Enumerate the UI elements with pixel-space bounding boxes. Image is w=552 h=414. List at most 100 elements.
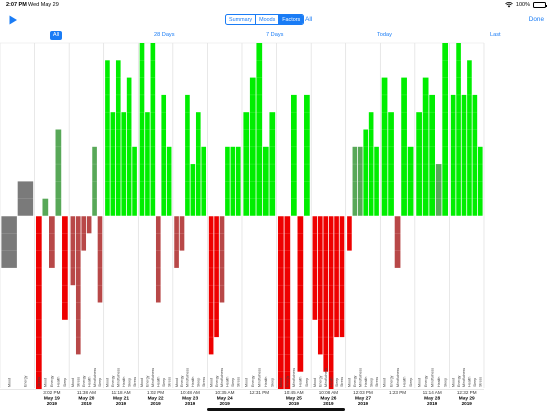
- factor-label: Mindfulness: [430, 368, 434, 387]
- factor-label: Stress: [167, 377, 171, 387]
- factor-bar: [334, 216, 339, 338]
- factor-bar: [214, 216, 219, 338]
- factor-label: Health: [437, 377, 441, 387]
- factor-label: Stress: [76, 377, 80, 387]
- factors-chart[interactable]: Mood Energy Stress Mood Energy Health Sleep3:0…: [0, 0, 552, 414]
- factor-bar: [55, 129, 62, 216]
- factor-label: Stress: [202, 377, 206, 387]
- factor-label: Mood: [140, 378, 144, 387]
- factor-label: Mood: [106, 378, 110, 387]
- factor-bar: [339, 216, 345, 338]
- factor-bar: [394, 216, 401, 268]
- factor-label: Energy: [286, 375, 290, 387]
- session-time: 12:32 PM: [457, 390, 477, 395]
- session-year: 2019: [220, 401, 231, 406]
- factor-label: Health: [57, 377, 61, 387]
- factor-label: Energy: [353, 375, 357, 387]
- factor-bar: [472, 94, 478, 216]
- factor-label: Health: [299, 377, 303, 387]
- factor-label: Stress: [340, 377, 344, 387]
- factor-bar: [1, 216, 17, 268]
- factor-label: Health: [156, 377, 160, 387]
- factor-label: Mood: [279, 378, 283, 387]
- factor-label: Mood: [313, 378, 317, 387]
- factor-label: Sleep: [127, 378, 131, 387]
- factor-label: Mindfulness: [462, 368, 466, 387]
- factor-label: Mindfulness: [220, 368, 224, 387]
- session-year: 2019: [81, 401, 92, 406]
- factor-label: Stress: [478, 377, 482, 387]
- factor-bar: [174, 216, 179, 268]
- factor-label: Mindfulness: [116, 368, 120, 387]
- session-year: 2019: [323, 401, 334, 406]
- factor-label: Stress: [37, 377, 41, 387]
- factor-label: Mindfulness: [358, 368, 362, 387]
- factor-label: Health: [468, 377, 472, 387]
- factor-label: Mood: [44, 378, 48, 387]
- factor-label: Energy: [424, 375, 428, 387]
- factor-label: Mood: [175, 378, 179, 387]
- factor-label: Health: [329, 377, 333, 387]
- session-year: 2019: [427, 401, 438, 406]
- factor-label: Mood: [7, 378, 11, 387]
- factor-bar: [297, 216, 304, 372]
- factor-label: Sleep: [409, 378, 413, 387]
- session-time: 1:02 PM: [147, 390, 164, 395]
- factor-label: Mindfulness: [93, 368, 97, 387]
- factor-bar: [323, 216, 329, 372]
- factor-label: Health: [226, 377, 230, 387]
- factor-label: Health: [122, 377, 126, 387]
- session-year: 2019: [462, 401, 473, 406]
- factor-bar: [435, 164, 442, 216]
- session-time: 12:03 PM: [353, 390, 373, 395]
- session-time: 10:45 AM: [284, 390, 304, 395]
- factor-label: Sleep: [369, 378, 373, 387]
- factor-label: Mindfulness: [257, 368, 261, 387]
- factor-label: Energy: [82, 375, 86, 387]
- factor-label: Sleep: [63, 378, 67, 387]
- factor-bar: [97, 216, 103, 303]
- session-time: 11:18 AM: [111, 390, 130, 395]
- factor-label: Mood: [383, 378, 387, 387]
- session-year: 2019: [116, 401, 127, 406]
- factor-label: Energy: [251, 375, 255, 387]
- session-year: 2019: [185, 401, 196, 406]
- session-time: 11:38 AM: [77, 390, 96, 395]
- factor-label: Sleep: [271, 378, 275, 387]
- factor-label: Stress: [133, 377, 137, 387]
- home-indicator: [207, 408, 345, 411]
- factor-label: Health: [87, 377, 91, 387]
- session-time: 3:02 PM: [43, 390, 60, 395]
- factor-label: Energy: [24, 375, 28, 387]
- factor-label: Sleep: [443, 378, 447, 387]
- factor-label: Mood: [244, 378, 248, 387]
- factor-bar: [450, 94, 456, 216]
- factor-label: Energy: [180, 375, 184, 387]
- factor-label: Health: [402, 377, 406, 387]
- session-time: 1:23 PM: [389, 390, 406, 395]
- factor-label: Mindfulness: [186, 368, 190, 387]
- factor-bar: [42, 198, 49, 216]
- factor-label: Sleep: [196, 378, 200, 387]
- factor-bar: [185, 94, 190, 216]
- session-time: 10:48 AM: [180, 390, 200, 395]
- factor-label: Mindfulness: [396, 368, 400, 387]
- factor-label: Energy: [215, 375, 219, 387]
- factor-label: Health: [364, 377, 368, 387]
- factor-bar: [467, 60, 472, 216]
- factor-label: Mood: [451, 378, 455, 387]
- factor-bar: [429, 94, 435, 216]
- factor-label: Mindfulness: [292, 368, 296, 387]
- session-year: 2019: [150, 401, 161, 406]
- session-time: 10:35 AM: [215, 390, 235, 395]
- factor-label: Stress: [375, 377, 379, 387]
- factor-bar: [155, 216, 161, 303]
- factor-bar: [461, 94, 467, 216]
- factor-bar: [190, 164, 196, 216]
- factor-label: Sleep: [335, 378, 339, 387]
- session-year: 2019: [47, 401, 58, 406]
- factor-label: Mindfulness: [324, 368, 328, 387]
- factor-label: Sleep: [162, 378, 166, 387]
- factor-label: Energy: [457, 375, 461, 387]
- factor-label: Energy: [50, 375, 54, 387]
